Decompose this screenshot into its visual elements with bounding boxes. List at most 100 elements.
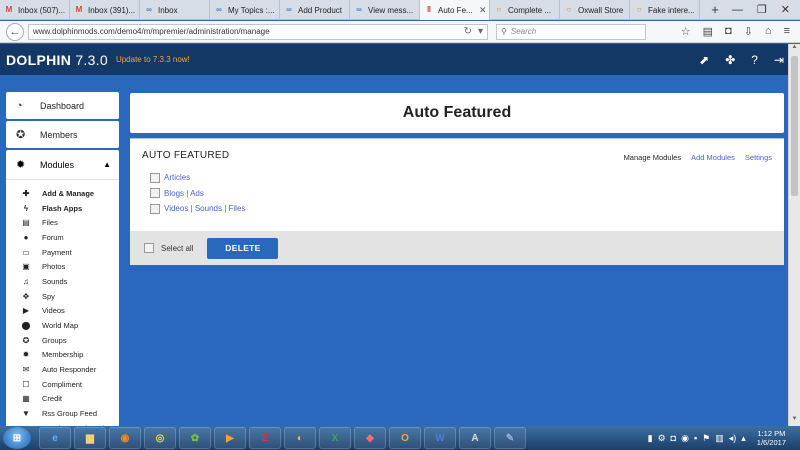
maximize-icon[interactable]: ❐ — [757, 3, 767, 16]
browser-tab[interactable]: ∞ Inbox — [140, 0, 210, 20]
browser-tab[interactable]: ○ Complete ... — [490, 0, 560, 20]
browser-tab[interactable]: ∞ My Topics :... — [210, 0, 280, 20]
sidebar-subitem[interactable]: ▭ Payment — [6, 245, 119, 260]
manage-modules-link[interactable]: Manage Modules — [624, 153, 682, 162]
media-player-icon[interactable]: ▶ — [214, 427, 246, 449]
sidebar-subitem[interactable]: ✉ Auto Responder — [6, 362, 119, 377]
download-icon[interactable]: ⇩ — [744, 25, 753, 38]
flag-icon[interactable]: ⚑ — [702, 433, 710, 444]
module-link[interactable]: Videos | Sounds | Files — [164, 204, 245, 213]
tab-favicon-icon: ∞ — [146, 5, 152, 14]
select-all-label[interactable]: Select all — [161, 244, 193, 253]
help-icon[interactable]: ? — [751, 53, 758, 67]
scrollbar-thumb[interactable] — [791, 56, 798, 196]
excel-icon[interactable]: X — [319, 427, 351, 449]
sidebar-item-modules[interactable]: ✹ Modules ▲ — [6, 150, 119, 180]
sidebar-subitem[interactable]: ✚ Add & Manage — [6, 186, 119, 201]
module-link[interactable]: Articles — [164, 173, 190, 182]
external-link-icon[interactable]: ⬈ — [699, 53, 709, 67]
scroll-up-icon[interactable]: ▲ — [789, 44, 800, 54]
scroll-down-icon[interactable]: ▼ — [789, 416, 800, 426]
home-icon[interactable]: ⌂ — [765, 25, 772, 38]
page-scrollbar[interactable]: ▲ ▼ — [788, 44, 800, 426]
sidebar-subitem[interactable]: ♫ Sounds — [6, 274, 119, 289]
address-bar[interactable]: www.dolphinmods.com/demo4/m/mpremier/adm… — [28, 23, 488, 40]
frog-icon[interactable]: ✿ — [179, 427, 211, 449]
firefox-icon[interactable]: ◉ — [109, 427, 141, 449]
sidebar-subitem[interactable]: ● Forum — [6, 230, 119, 245]
outlook-icon[interactable]: O — [389, 427, 421, 449]
system-clock[interactable]: 1:12 PM 1/6/2017 — [757, 429, 786, 447]
sidebar-subitem[interactable]: ✹ Membership — [6, 348, 119, 363]
sidebar-subitem[interactable]: ✥ Spy — [6, 289, 119, 304]
module-icon: ♫ — [23, 276, 29, 286]
settings-link[interactable]: Settings — [745, 153, 772, 162]
module-checkbox[interactable] — [150, 172, 160, 183]
sidebar-subitem[interactable]: ▣ Photos — [6, 259, 119, 274]
sidebar-subitem[interactable]: ▶ Videos — [6, 304, 119, 319]
sidebar-subitem[interactable]: ϟ Flash Apps — [6, 201, 119, 216]
minimize-icon[interactable]: — — [732, 4, 743, 16]
tray-app-icon[interactable]: ▪ — [694, 433, 697, 443]
folder-icon[interactable]: ▆ — [74, 427, 106, 449]
sidebar-subitem[interactable]: ▦ Credit — [6, 392, 119, 407]
page-title: Auto Featured — [402, 104, 512, 121]
menu-icon[interactable]: ≡ — [784, 25, 790, 38]
dropdown-icon[interactable]: ▾ — [478, 26, 483, 37]
module-link[interactable]: Blogs | Ads — [164, 189, 204, 198]
module-icon: ✪ — [22, 335, 30, 345]
ie-icon[interactable]: e — [39, 427, 71, 449]
new-tab-button[interactable]: + — [700, 0, 730, 19]
close-icon[interactable]: ✕ — [781, 3, 790, 16]
show-hidden-icon[interactable]: ▴ — [741, 433, 746, 444]
reload-icon[interactable]: ↻ — [464, 26, 472, 37]
paint-icon[interactable]: ✎ — [494, 427, 526, 449]
delete-button[interactable]: DELETE — [207, 237, 279, 259]
sidebar-item-dashboard[interactable]: ◔ Dashboard — [6, 92, 119, 119]
module-row: Blogs | Ads — [150, 186, 784, 202]
start-button[interactable]: ⊞ — [3, 427, 31, 449]
tray-app-icon[interactable]: ◉ — [681, 433, 689, 444]
sidebar-subitem[interactable]: ☐ Compliment — [6, 377, 119, 392]
sidebar-subitem[interactable]: ▼ Rss Group Feed — [6, 406, 119, 421]
browser-tab[interactable]: M Inbox (391)... — [70, 0, 140, 20]
chevron-up-icon[interactable]: ▲ — [103, 160, 111, 169]
word-icon[interactable]: W — [424, 427, 456, 449]
chrome-icon[interactable]: ◎ — [144, 427, 176, 449]
update-link[interactable]: Update to 7.3.3 now! — [116, 55, 190, 64]
pocket-icon[interactable]: ◘ — [725, 25, 732, 38]
browser-tab[interactable]: M Inbox (507)... — [0, 0, 70, 20]
module-checkbox[interactable] — [150, 203, 160, 214]
ftp-client-icon[interactable]: ◐ — [284, 427, 316, 449]
browser-tab[interactable]: ○ Oxwall Store — [560, 0, 630, 20]
browser-tab[interactable]: ∞ View mess... — [350, 0, 420, 20]
tray-app-icon[interactable]: ⚙ — [658, 433, 666, 444]
volume-icon[interactable]: ◂) — [729, 433, 737, 444]
eraser-icon[interactable]: ◆ — [354, 427, 386, 449]
star-icon[interactable]: ☆ — [681, 25, 691, 38]
filezilla-icon[interactable]: Z — [249, 427, 281, 449]
sidebar-subitem[interactable]: ✪ Groups — [6, 333, 119, 348]
module-checkbox[interactable] — [150, 188, 160, 199]
browser-tab[interactable]: ∞ Add Product — [280, 0, 350, 20]
add-modules-link[interactable]: Add Modules — [691, 153, 735, 162]
browser-tab[interactable]: ‖ Auto Fe... ✕ — [420, 0, 490, 20]
sidebar-item-members[interactable]: ✪ Members — [6, 121, 119, 148]
reading-list-icon[interactable]: ▤ — [703, 25, 713, 38]
sidebar-subitem[interactable]: ⬤ World Map — [6, 318, 119, 333]
logout-icon[interactable]: ⇥ — [774, 53, 784, 67]
font-tool-icon[interactable]: A — [459, 427, 491, 449]
brand-logo[interactable]: DOLPHIN 7.3.0 — [6, 52, 108, 68]
tab-close-icon[interactable]: ✕ — [479, 5, 489, 16]
tray-app-icon[interactable]: ▮ — [648, 433, 653, 444]
tray-app-icon[interactable]: ◘ — [671, 433, 676, 443]
browser-tab[interactable]: ○ Fake intere... — [630, 0, 700, 20]
search-input[interactable]: ⚲ Search — [496, 23, 646, 40]
sidebar-subitem[interactable]: ▤ Files — [6, 215, 119, 230]
back-button[interactable]: ← — [6, 22, 24, 41]
select-all-checkbox[interactable] — [144, 243, 154, 253]
windows-taskbar: ⊞ e ▆ ◉ ◎ ✿ ▶ Z ◐ X ◆ O W A ✎ ▮ ⚙ ◘ ◉ ▪ … — [0, 426, 800, 450]
clock-date: 1/6/2017 — [756, 438, 786, 447]
puzzle-icon[interactable]: ✤ — [725, 53, 735, 67]
network-icon[interactable]: ▥ — [715, 433, 724, 444]
